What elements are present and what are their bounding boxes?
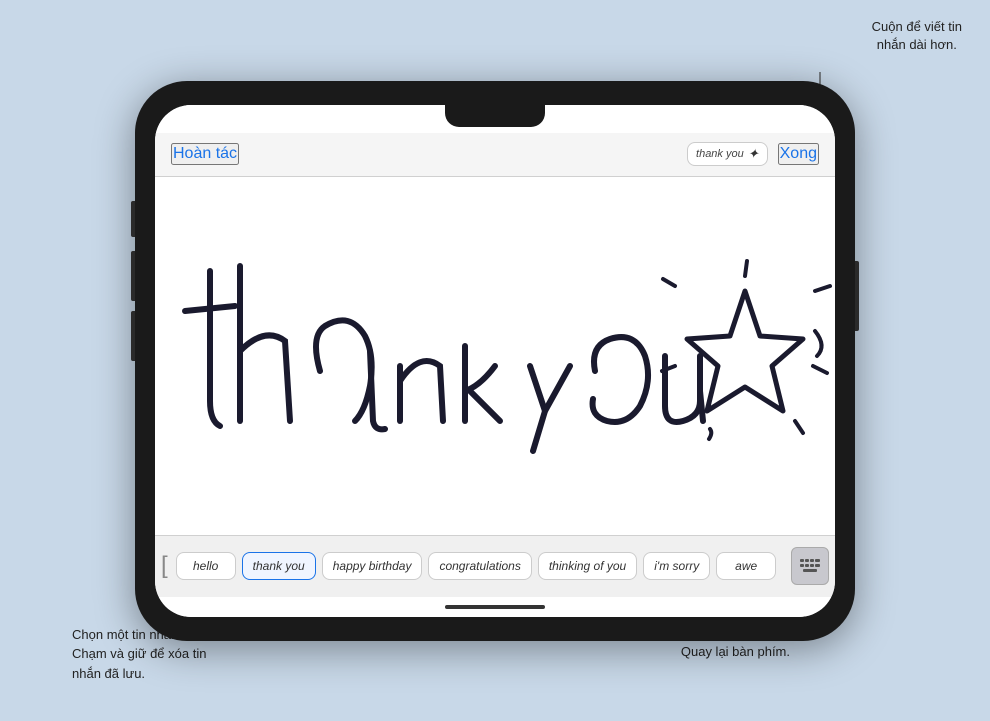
keyboard-button[interactable] [791,547,829,585]
keyboard-icon [799,558,821,574]
presets-bar: [ hello thank you happy birthday congrat… [155,535,835,597]
drawing-canvas[interactable]: › [155,177,835,535]
preset-happy-birthday[interactable]: happy birthday [322,552,423,580]
phone-power-button [855,261,859,331]
preview-text: thank you [696,148,744,160]
preset-hello[interactable]: hello [176,552,236,580]
phone-screen: Hoàn tác thank you ✦ Xong [155,105,835,617]
phone-volume-toggle [131,201,135,237]
preset-bracket-icon: [ [161,552,168,580]
toolbar-right: thank you ✦ Xong [687,142,819,166]
handwriting-svg [155,177,835,535]
preset-thinking-of-you[interactable]: thinking of you [538,552,637,580]
notch [445,105,545,127]
phone-volume-up [131,251,135,301]
message-preview: thank you ✦ [687,142,768,166]
preset-thank-you[interactable]: thank you [242,552,316,580]
undo-button[interactable]: Hoàn tác [171,143,239,165]
annotation-bottom-left-line2: Chạm và giữ để xóa tin [72,646,206,661]
annotation-top-right-line1: Cuộn để viết tin [872,19,962,34]
annotation-bottom-right-label: Quay lại bàn phím. [681,644,790,659]
annotation-top-right-line2: nhắn dài hơn. [877,37,957,52]
done-button[interactable]: Xong [778,143,819,165]
preset-im-sorry[interactable]: i'm sorry [643,552,710,580]
scene: Cuộn để viết tin nhắn dài hơn. Chọn một … [0,0,990,721]
annotation-bottom-right: Quay lại bàn phím. [681,644,790,659]
preview-star-icon: ✦ [748,146,759,162]
preset-awe[interactable]: awe [716,552,776,580]
phone-volume-down [131,311,135,361]
toolbar: Hoàn tác thank you ✦ Xong [155,133,835,177]
home-bar [445,605,545,609]
annotation-bottom-left-line3: nhắn đã lưu. [72,666,145,681]
phone-frame: Hoàn tác thank you ✦ Xong [135,81,855,641]
annotation-top-right: Cuộn để viết tin nhắn dài hơn. [872,18,962,54]
preset-congratulations[interactable]: congratulations [428,552,531,580]
home-indicator [155,597,835,617]
status-bar [155,105,835,133]
